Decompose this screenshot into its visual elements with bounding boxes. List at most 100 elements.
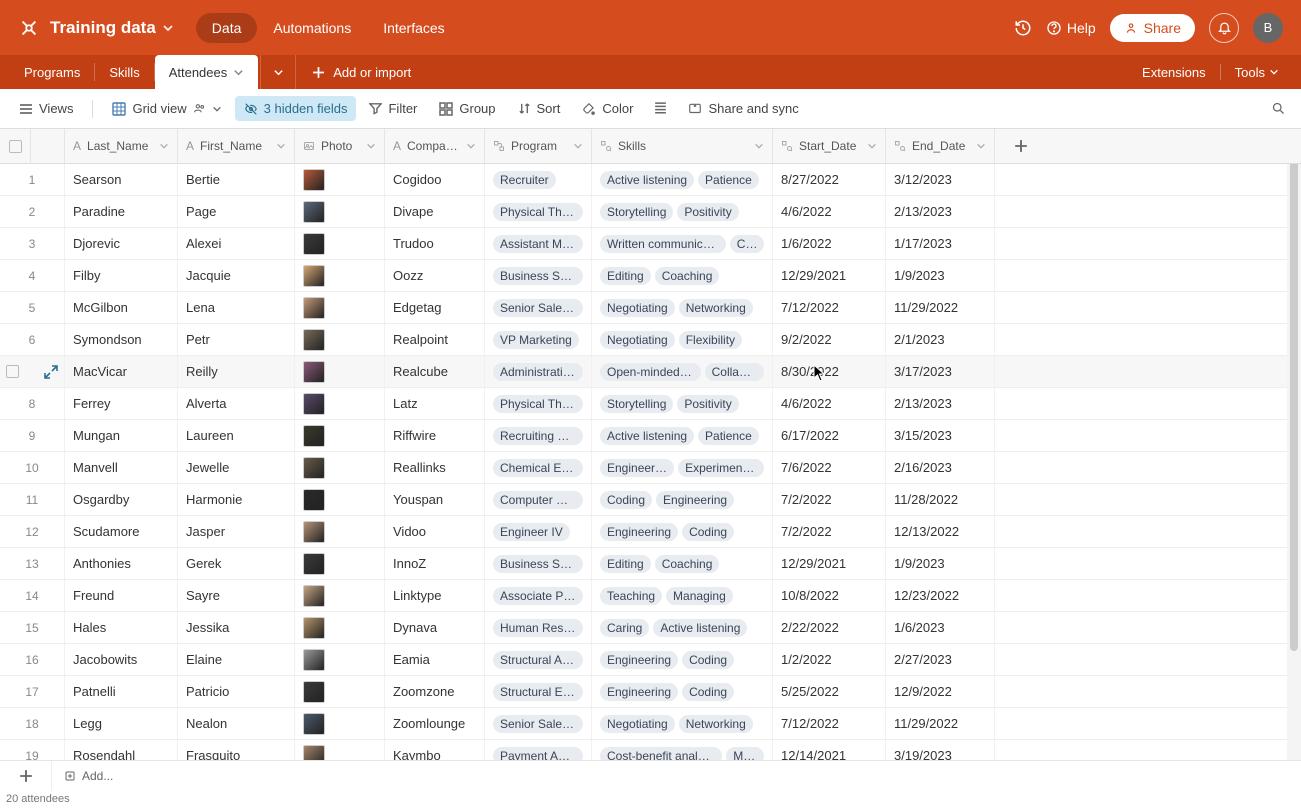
chevron-down-icon[interactable] bbox=[976, 141, 986, 151]
cell-last-name[interactable]: Scudamore bbox=[65, 516, 178, 547]
cell-start-date[interactable]: 10/8/2022 bbox=[773, 580, 886, 611]
cell-last-name[interactable]: Filby bbox=[65, 260, 178, 291]
photo-thumbnail[interactable] bbox=[303, 169, 325, 191]
search-button[interactable] bbox=[1266, 96, 1291, 121]
help-button[interactable]: Help bbox=[1046, 20, 1096, 36]
cell-skills[interactable]: Written communicationCon bbox=[592, 228, 773, 259]
photo-thumbnail[interactable] bbox=[303, 553, 325, 575]
table-row[interactable]: 15HalesJessikaDynavaHuman ResourceCaring… bbox=[0, 612, 1301, 644]
cell-last-name[interactable]: Anthonies bbox=[65, 548, 178, 579]
cell-last-name[interactable]: Symondson bbox=[65, 324, 178, 355]
cell-program[interactable]: Business System bbox=[485, 548, 592, 579]
cell-company[interactable]: Dynava bbox=[385, 612, 485, 643]
table-row[interactable]: 3DjorevicAlexeiTrudooAssistant Media IWr… bbox=[0, 228, 1301, 260]
cell-end-date[interactable]: 12/13/2022 bbox=[886, 516, 995, 547]
skill-tag[interactable]: Coding bbox=[600, 491, 652, 509]
cell-skills[interactable]: EditingCoaching bbox=[592, 260, 773, 291]
row-number-cell[interactable]: 5 bbox=[0, 292, 65, 323]
chevron-down-icon[interactable] bbox=[212, 104, 222, 114]
photo-thumbnail[interactable] bbox=[303, 329, 325, 351]
cell-first-name[interactable]: Jasper bbox=[178, 516, 295, 547]
chevron-down-icon[interactable] bbox=[159, 141, 169, 151]
cell-start-date[interactable]: 1/2/2022 bbox=[773, 644, 886, 675]
nav-interfaces[interactable]: Interfaces bbox=[367, 13, 460, 43]
cell-company[interactable]: Realcube bbox=[385, 356, 485, 387]
cell-company[interactable]: Edgetag bbox=[385, 292, 485, 323]
skill-tag[interactable]: Positivity bbox=[677, 203, 738, 221]
photo-thumbnail[interactable] bbox=[303, 489, 325, 511]
chevron-down-icon[interactable] bbox=[754, 141, 764, 151]
cell-end-date[interactable]: 3/17/2023 bbox=[886, 356, 995, 387]
cell-end-date[interactable]: 1/17/2023 bbox=[886, 228, 995, 259]
table-row[interactable]: 12ScudamoreJasperVidooEngineer IVEnginee… bbox=[0, 516, 1301, 548]
row-number-cell[interactable]: 15 bbox=[0, 612, 65, 643]
share-sync-button[interactable]: Share and sync bbox=[679, 96, 807, 121]
cell-start-date[interactable]: 4/6/2022 bbox=[773, 196, 886, 227]
tab-attendees[interactable]: Attendees bbox=[155, 55, 259, 89]
skill-tag[interactable]: Engineering bbox=[600, 523, 678, 541]
cell-photo[interactable] bbox=[295, 644, 385, 675]
cell-photo[interactable] bbox=[295, 292, 385, 323]
program-tag[interactable]: Business System bbox=[493, 267, 583, 285]
skill-tag[interactable]: Positivity bbox=[677, 395, 738, 413]
cell-start-date[interactable]: 7/2/2022 bbox=[773, 484, 886, 515]
cell-skills[interactable]: CodingEngineering bbox=[592, 484, 773, 515]
cell-last-name[interactable]: Hales bbox=[65, 612, 178, 643]
skill-tag[interactable]: Open-mindedness bbox=[600, 363, 701, 381]
cell-last-name[interactable]: McGilbon bbox=[65, 292, 178, 323]
program-tag[interactable]: Structural Analys bbox=[493, 651, 583, 669]
cell-photo[interactable] bbox=[295, 612, 385, 643]
cell-photo[interactable] bbox=[295, 164, 385, 195]
cell-start-date[interactable]: 9/2/2022 bbox=[773, 324, 886, 355]
skill-tag[interactable]: Active listening bbox=[653, 619, 747, 637]
cell-photo[interactable] bbox=[295, 420, 385, 451]
header-skills[interactable]: Skills bbox=[592, 129, 773, 163]
header-start-date[interactable]: Start_Date bbox=[773, 129, 886, 163]
add-field-button[interactable] bbox=[995, 129, 1047, 163]
row-number-cell[interactable]: 16 bbox=[0, 644, 65, 675]
photo-thumbnail[interactable] bbox=[303, 649, 325, 671]
add-row-button[interactable] bbox=[0, 761, 52, 791]
cell-photo[interactable] bbox=[295, 388, 385, 419]
add-dropdown-button[interactable]: Add... bbox=[52, 769, 125, 783]
cell-end-date[interactable]: 11/28/2022 bbox=[886, 484, 995, 515]
cell-first-name[interactable]: Bertie bbox=[178, 164, 295, 195]
color-button[interactable]: Color bbox=[573, 96, 642, 121]
cell-company[interactable]: Riffwire bbox=[385, 420, 485, 451]
cell-photo[interactable] bbox=[295, 356, 385, 387]
cell-last-name[interactable]: MacVicar bbox=[65, 356, 178, 387]
cell-program[interactable]: Structural Analys bbox=[485, 644, 592, 675]
row-number-cell[interactable]: 14 bbox=[0, 580, 65, 611]
cell-program[interactable]: Senior Sales Asso bbox=[485, 292, 592, 323]
rows-container[interactable]: 1SearsonBertieCogidooRecruiterActive lis… bbox=[0, 164, 1301, 790]
skill-tag[interactable]: Flexibility bbox=[679, 331, 742, 349]
cell-skills[interactable]: Active listeningPatience bbox=[592, 420, 773, 451]
table-row[interactable]: 1SearsonBertieCogidooRecruiterActive lis… bbox=[0, 164, 1301, 196]
cell-start-date[interactable]: 1/6/2022 bbox=[773, 228, 886, 259]
row-number-cell[interactable] bbox=[0, 356, 65, 387]
cell-program[interactable]: Engineer IV bbox=[485, 516, 592, 547]
cell-end-date[interactable]: 1/6/2023 bbox=[886, 612, 995, 643]
cell-end-date[interactable]: 3/15/2023 bbox=[886, 420, 995, 451]
program-tag[interactable]: Administrative A bbox=[493, 363, 583, 381]
cell-first-name[interactable]: Jewelle bbox=[178, 452, 295, 483]
table-row[interactable]: 4FilbyJacquieOozzBusiness SystemEditingC… bbox=[0, 260, 1301, 292]
grid-view-button[interactable]: Grid view bbox=[103, 96, 230, 121]
cell-end-date[interactable]: 2/1/2023 bbox=[886, 324, 995, 355]
cell-program[interactable]: Administrative A bbox=[485, 356, 592, 387]
cell-end-date[interactable]: 2/16/2023 bbox=[886, 452, 995, 483]
cell-program[interactable]: Business System bbox=[485, 260, 592, 291]
cell-start-date[interactable]: 7/12/2022 bbox=[773, 708, 886, 739]
cell-program[interactable]: Structural Engine bbox=[485, 676, 592, 707]
cell-program[interactable]: Chemical Engine bbox=[485, 452, 592, 483]
skill-tag[interactable]: Networking bbox=[679, 299, 753, 317]
photo-thumbnail[interactable] bbox=[303, 713, 325, 735]
program-tag[interactable]: Physical Therapy bbox=[493, 395, 583, 413]
cell-program[interactable]: VP Marketing bbox=[485, 324, 592, 355]
skill-tag[interactable]: Coaching bbox=[655, 267, 720, 285]
nav-data[interactable]: Data bbox=[196, 13, 258, 43]
cell-program[interactable]: Assistant Media I bbox=[485, 228, 592, 259]
cell-end-date[interactable]: 12/23/2022 bbox=[886, 580, 995, 611]
account-avatar[interactable]: B bbox=[1253, 13, 1283, 43]
cell-photo[interactable] bbox=[295, 580, 385, 611]
